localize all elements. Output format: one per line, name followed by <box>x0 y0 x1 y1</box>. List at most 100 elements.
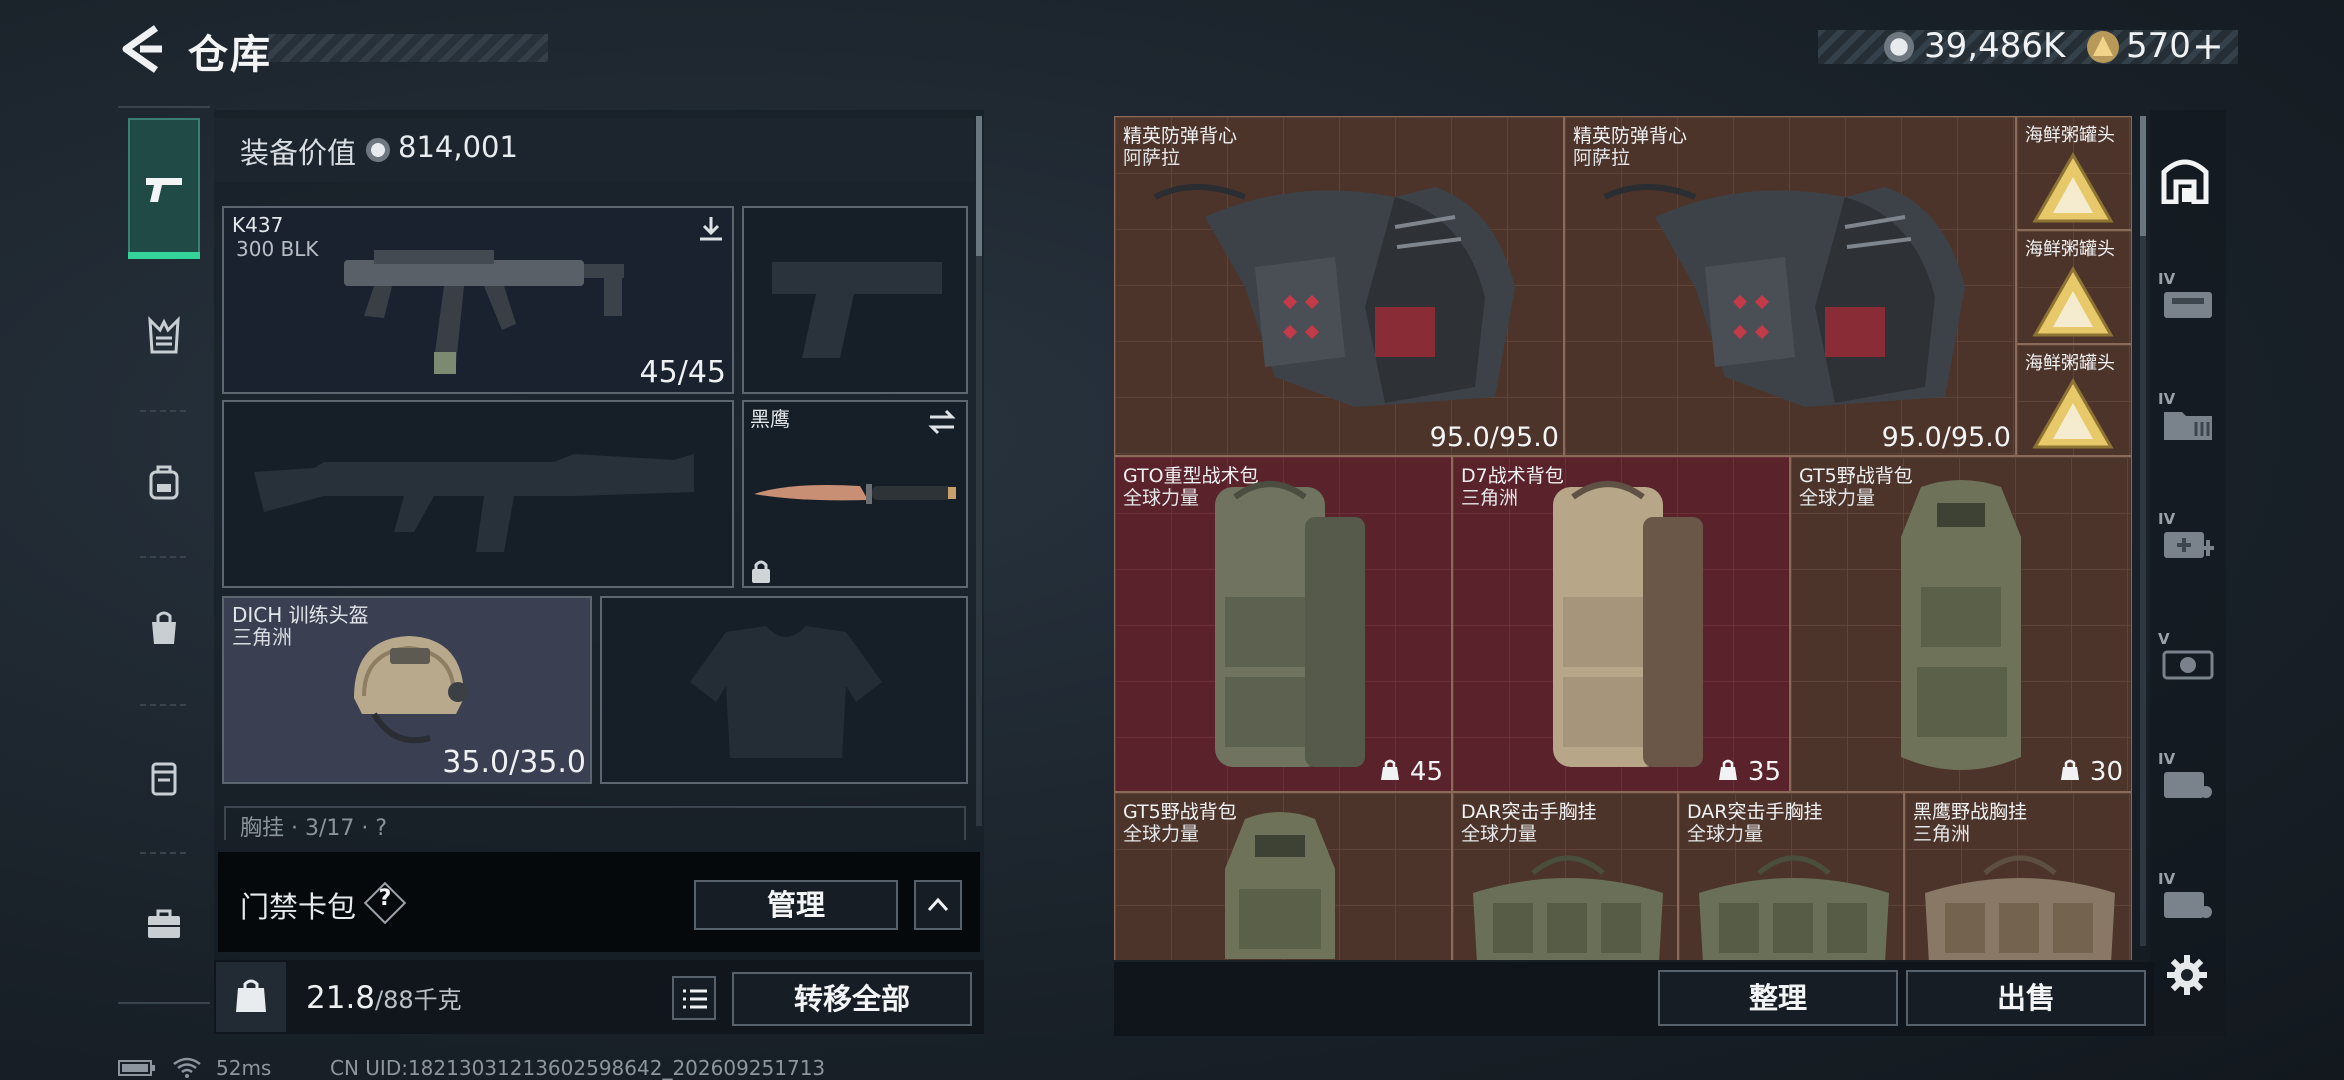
folder-case-icon <box>2164 412 2212 440</box>
hafcoin-icon <box>1884 32 1914 62</box>
sidebar-divider <box>140 852 190 854</box>
sidebar-divider <box>140 410 190 412</box>
capacity-icon <box>1719 759 1737 780</box>
storage-tab-1[interactable]: IV <box>2158 270 2218 326</box>
collapse-button[interactable] <box>914 880 962 930</box>
primary-weapon-slot[interactable]: K437 300 BLK 45/45 <box>222 206 734 394</box>
storage-item[interactable]: 海鲜粥罐头 <box>2016 344 2132 456</box>
storage-tab-6[interactable]: IV <box>2158 870 2218 926</box>
storage-tab-3[interactable]: IV <box>2158 510 2218 566</box>
sidearm-slot[interactable] <box>742 206 968 394</box>
list-icon <box>683 989 707 1009</box>
pistol-icon <box>146 178 182 202</box>
helmet-slot[interactable]: DICH 训练头盔 三角洲 35.0/35.0 <box>222 596 592 784</box>
knife-image <box>754 484 956 504</box>
weapon-ammo: 300 BLK <box>236 237 319 261</box>
sell-button[interactable]: 出售 <box>1906 970 2146 1026</box>
storage-item[interactable]: DAR突击手胸挂 全球力量 <box>1452 792 1678 960</box>
download-icon[interactable] <box>696 214 726 244</box>
key-case-icon <box>2164 772 2212 798</box>
pouch-icon[interactable] <box>144 758 184 798</box>
case-icon <box>2164 292 2212 318</box>
storage-item[interactable]: GT5野战背包 全球力量 <box>1114 792 1452 960</box>
sidebar-bottom-line <box>118 1002 210 1004</box>
transfer-all-button[interactable]: 转移全部 <box>732 972 972 1026</box>
rifle-silhouette-icon <box>254 454 694 552</box>
item-durability: 95.0/95.0 <box>1429 422 1559 453</box>
storage-item[interactable]: 海鲜粥罐头 <box>2016 230 2132 344</box>
item-name: 精英防弹背心 <box>1573 125 1688 147</box>
item-capacity: 45 <box>1409 757 1443 787</box>
weight-readout: 21.8/88千克 <box>306 980 462 1016</box>
access-card-label: 门禁卡包 <box>240 890 357 924</box>
item-name: 精英防弹背心 <box>1123 125 1238 147</box>
melee-slot[interactable]: 黑鹰 <box>742 400 968 588</box>
weapon-durability: 45/45 <box>639 355 726 390</box>
backpack-image <box>1225 812 1335 959</box>
settings-gear-icon[interactable] <box>2166 954 2208 996</box>
ammo-case-icon <box>2164 892 2212 918</box>
sort-button[interactable]: 整理 <box>1658 970 1898 1026</box>
help-icon-glyph: ? <box>378 886 392 911</box>
storage-item[interactable]: GTO重型战术包 全球力量 45 <box>1114 456 1452 792</box>
item-source: 全球力量 <box>1123 823 1200 845</box>
armor-vest-image <box>1153 184 1515 407</box>
swap-icon[interactable] <box>926 408 958 436</box>
add-currency-button[interactable]: + <box>2192 24 2224 68</box>
storage-item[interactable]: 黑鹰野战胸挂 三角洲 <box>1904 792 2132 960</box>
chest-rig-image <box>1473 855 1663 960</box>
rifle-image <box>344 250 624 374</box>
storage-scrollbar[interactable] <box>2140 116 2146 946</box>
equipment-scrollbar-thumb[interactable] <box>976 116 982 256</box>
weight-icon <box>236 979 266 1012</box>
backpack-icon[interactable] <box>144 462 184 502</box>
medical-case-icon <box>2164 532 2214 558</box>
item-name: DAR突击手胸挂 <box>1687 801 1823 823</box>
backpack-image <box>1901 480 2021 770</box>
capacity-icon <box>2061 759 2079 780</box>
item-capacity: 35 <box>1747 757 1781 787</box>
chevron-up-icon <box>927 897 949 912</box>
camera-case-icon <box>2162 650 2214 680</box>
storage-item[interactable]: D7战术背包 三角洲 35 <box>1452 456 1790 792</box>
manage-button[interactable]: 管理 <box>694 880 898 930</box>
title-decoration <box>268 34 548 62</box>
storage-item[interactable]: 精英防弹背心 阿萨拉 95.0/95.0 <box>1564 116 2016 456</box>
storage-item[interactable]: DAR突击手胸挂 全球力量 <box>1678 792 1904 960</box>
melee-name: 黑鹰 <box>750 407 790 431</box>
helmet-source: 三角洲 <box>232 625 292 649</box>
storage-tab-4[interactable]: V <box>2158 630 2218 686</box>
storage-item[interactable]: 海鲜粥罐头 <box>2016 116 2132 230</box>
body-armor-slot[interactable] <box>600 596 968 784</box>
list-view-button[interactable] <box>672 976 716 1020</box>
storage-tab-2[interactable]: IV <box>2158 390 2218 446</box>
hafcoin-icon <box>366 138 390 162</box>
briefcase-icon[interactable] <box>144 904 184 944</box>
helmet-durability: 35.0/35.0 <box>442 745 586 780</box>
wifi-icon <box>173 1057 201 1078</box>
item-capacity: 30 <box>2089 757 2123 787</box>
storage-item[interactable]: GT5野战背包 全球力量 30 <box>1790 456 2132 792</box>
backpack-image <box>1215 481 1365 767</box>
storage-scrollbar-thumb[interactable] <box>2140 116 2146 236</box>
food-can-image <box>2032 377 2114 449</box>
backpack-image <box>1553 481 1703 767</box>
storage-item[interactable]: 精英防弹背心 阿萨拉 95.0/95.0 <box>1114 116 1564 456</box>
storage-tab-5[interactable]: IV <box>2158 750 2218 806</box>
secondary-weapon-slot[interactable] <box>222 400 734 588</box>
weight-current: 21.8 <box>306 980 376 1016</box>
sidebar-top-line <box>118 106 210 108</box>
item-name: DAR突击手胸挂 <box>1461 801 1597 823</box>
item-name: 海鲜粥罐头 <box>2025 125 2115 146</box>
warehouse-icon[interactable] <box>2160 156 2210 204</box>
chest-rig-icon[interactable] <box>144 316 184 356</box>
weight-icon-box <box>216 962 286 1032</box>
bag-icon[interactable] <box>144 608 184 648</box>
storage-grid[interactable]: 精英防弹背心 阿萨拉 95.0/95.0 精英防弹背心 阿萨拉 95.0/95.… <box>1114 116 2132 960</box>
sidebar-divider <box>140 556 190 558</box>
back-arrow-icon[interactable] <box>118 22 168 76</box>
hafcoin-amount: 39,486K <box>1924 26 2066 66</box>
chest-rig-capacity: 胸挂 · 3/17 · ? <box>240 816 388 841</box>
battery-icon <box>118 1060 155 1076</box>
chest-rig-image <box>1925 855 2115 960</box>
